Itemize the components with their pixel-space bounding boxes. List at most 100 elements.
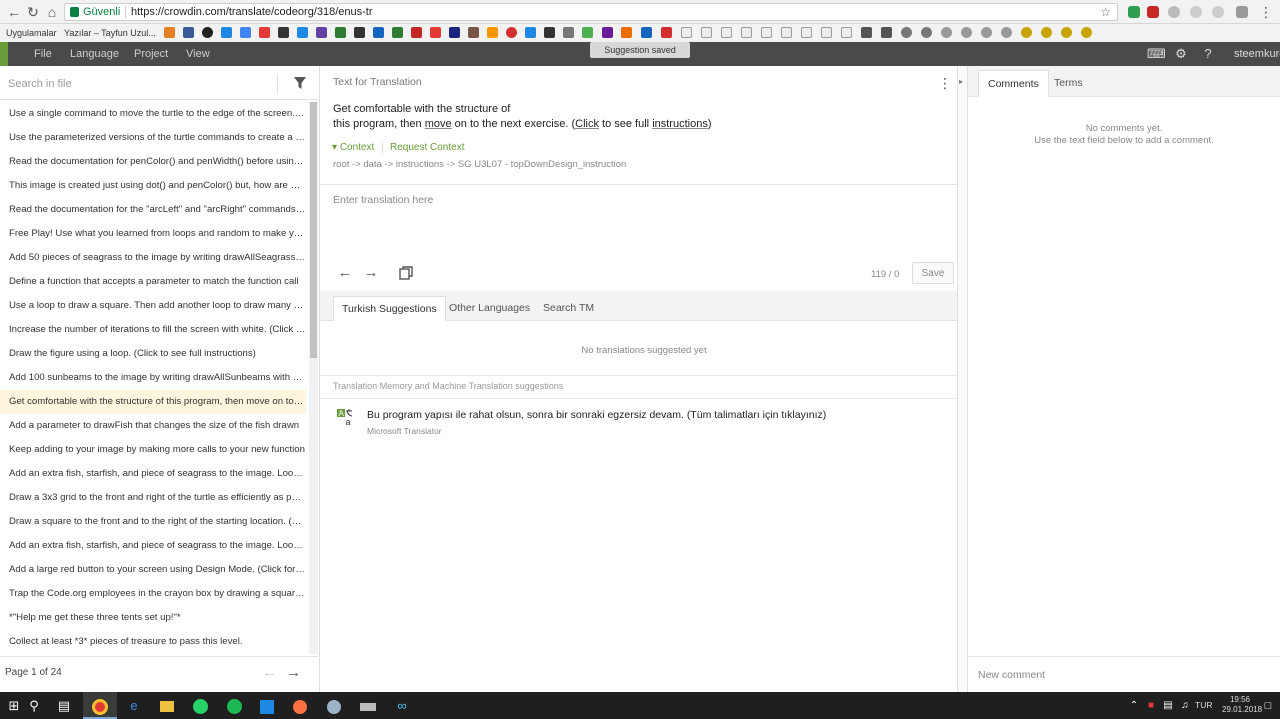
bookmark-icon[interactable] xyxy=(411,27,422,38)
copy-source-icon[interactable] xyxy=(398,265,414,281)
bookmark-icon[interactable] xyxy=(801,27,812,38)
spotify-taskbar-icon[interactable] xyxy=(224,696,244,716)
app-taskbar-icon[interactable] xyxy=(290,696,310,716)
string-list-item[interactable]: Collect at least *3* pieces of treasure … xyxy=(0,630,306,654)
next-page-icon[interactable]: → xyxy=(286,664,301,681)
string-list-item[interactable]: Trap the Code.org employees in the crayo… xyxy=(0,582,306,606)
bookmark-item[interactable]: Yazılar – Tayfun Uzul... xyxy=(64,28,156,38)
app-taskbar-icon[interactable] xyxy=(358,696,378,716)
keyboard-icon[interactable]: ⌨ xyxy=(1147,47,1166,61)
bookmark-icon[interactable] xyxy=(544,27,555,38)
bookmark-icon[interactable] xyxy=(921,27,932,38)
string-list-item[interactable]: Read the documentation for penColor() an… xyxy=(0,150,306,174)
whatsapp-taskbar-icon[interactable] xyxy=(190,696,210,716)
bookmark-icon[interactable] xyxy=(941,27,952,38)
bookmark-icon[interactable] xyxy=(602,27,613,38)
bookmark-icon[interactable] xyxy=(681,27,692,38)
extension-icon[interactable] xyxy=(1212,6,1224,18)
string-list-item[interactable]: Get comfortable with the structure of th… xyxy=(0,390,306,414)
string-list-item[interactable]: Add a parameter to drawFish that changes… xyxy=(0,414,306,438)
bookmark-icon[interactable] xyxy=(183,27,194,38)
scrollbar-thumb[interactable] xyxy=(310,102,317,358)
string-list-item[interactable]: This image is created just using dot() a… xyxy=(0,174,306,198)
extension-icon[interactable] xyxy=(1236,6,1248,18)
bookmark-icon[interactable] xyxy=(449,27,460,38)
string-list-item[interactable]: Add a large red button to your screen us… xyxy=(0,558,306,582)
bookmark-icon[interactable] xyxy=(525,27,536,38)
string-list-item[interactable]: Keep adding to your image by making more… xyxy=(0,438,306,462)
user-name[interactable]: steemkurd xyxy=(1234,42,1280,66)
bookmark-icon[interactable] xyxy=(335,27,346,38)
bookmark-icon[interactable] xyxy=(1021,27,1032,38)
string-list-item[interactable]: Use the parameterized versions of the tu… xyxy=(0,126,306,150)
bookmark-icon[interactable] xyxy=(240,27,251,38)
store-taskbar-icon[interactable] xyxy=(257,696,277,716)
string-list-item[interactable]: Use a single command to move the turtle … xyxy=(0,102,306,126)
string-list-item[interactable]: *"Help me get these three tents set up!"… xyxy=(0,606,306,630)
explorer-taskbar-icon[interactable] xyxy=(157,696,177,716)
edge-taskbar-icon[interactable]: e xyxy=(124,696,144,716)
tab-search-tm[interactable]: Search TM xyxy=(535,296,602,321)
string-list-item[interactable]: Increase the number of iterations to fil… xyxy=(0,318,306,342)
mt-suggestion-text[interactable]: Bu program yapısı ile rahat olsun, sonra… xyxy=(367,409,826,421)
bookmark-icon[interactable] xyxy=(297,27,308,38)
bookmark-icon[interactable] xyxy=(901,27,912,38)
string-list-item[interactable]: Draw a 3x3 grid to the front and right o… xyxy=(0,486,306,510)
bookmark-icon[interactable] xyxy=(221,27,232,38)
bookmark-icon[interactable] xyxy=(1041,27,1052,38)
translation-input[interactable] xyxy=(333,194,953,248)
help-icon[interactable]: ? xyxy=(1201,47,1215,61)
string-list-item[interactable]: Read the documentation for the "arcLeft"… xyxy=(0,198,306,222)
tab-terms[interactable]: Terms xyxy=(1045,70,1092,97)
bookmark-icon[interactable] xyxy=(701,27,712,38)
menu-file[interactable]: File xyxy=(34,42,52,66)
bookmark-icon[interactable] xyxy=(392,27,403,38)
search-icon[interactable]: ⚲ xyxy=(24,696,44,716)
bookmark-icon[interactable] xyxy=(1061,27,1072,38)
windows-start-icon[interactable]: ⊞ xyxy=(4,696,24,716)
string-list-item[interactable]: Use a loop to draw a square. Then add an… xyxy=(0,294,306,318)
more-options-icon[interactable]: ⋮ xyxy=(938,74,952,92)
input-language[interactable]: TUR xyxy=(1195,700,1212,710)
bookmark-icon[interactable] xyxy=(506,27,517,38)
bookmark-icon[interactable] xyxy=(861,27,872,38)
tab-other-languages[interactable]: Other Languages xyxy=(441,296,538,321)
notifications-icon[interactable]: □ xyxy=(1258,696,1278,716)
bookmark-star-icon[interactable]: ☆ xyxy=(1100,4,1111,20)
bookmark-icon[interactable] xyxy=(164,27,175,38)
tab-turkish-suggestions[interactable]: Turkish Suggestions xyxy=(333,296,446,321)
bookmark-icon[interactable] xyxy=(661,27,672,38)
bookmark-icon[interactable] xyxy=(582,27,593,38)
bookmark-icon[interactable] xyxy=(1081,27,1092,38)
prev-page-icon[interactable]: ← xyxy=(262,664,277,681)
apps-grid-icon[interactable] xyxy=(0,42,8,66)
save-button[interactable]: Save xyxy=(912,262,954,284)
bookmark-icon[interactable] xyxy=(821,27,832,38)
string-list-item[interactable]: Define a function that accepts a paramet… xyxy=(0,270,306,294)
bookmark-icon[interactable] xyxy=(563,27,574,38)
panel-collapse-toggle[interactable]: ▸ xyxy=(957,66,968,692)
previous-string-icon[interactable]: ← xyxy=(337,265,353,281)
address-bar[interactable]: Güvenli https://crowdin.com/translate/co… xyxy=(64,3,1118,21)
bookmark-icon[interactable] xyxy=(373,27,384,38)
bookmark-icon[interactable] xyxy=(354,27,365,38)
back-icon[interactable]: ← xyxy=(6,4,22,20)
context-toggle[interactable]: ▾ Context xyxy=(332,142,374,153)
chrome-taskbar-icon[interactable] xyxy=(83,692,117,719)
bookmark-icon[interactable] xyxy=(721,27,732,38)
tab-comments[interactable]: Comments xyxy=(978,70,1049,97)
string-list-item[interactable]: Draw the figure using a loop. (Click to … xyxy=(0,342,306,366)
extension-icon[interactable] xyxy=(1147,6,1159,18)
reload-icon[interactable]: ↻ xyxy=(25,4,41,20)
bookmark-icon[interactable] xyxy=(487,27,498,38)
menu-language[interactable]: Language xyxy=(70,42,119,66)
menu-project[interactable]: Project xyxy=(134,42,168,66)
bookmark-icon[interactable] xyxy=(881,27,892,38)
bookmark-icon[interactable] xyxy=(468,27,479,38)
extension-icon[interactable] xyxy=(1190,6,1202,18)
extension-icon[interactable] xyxy=(1168,6,1180,18)
filter-icon[interactable] xyxy=(293,76,307,90)
task-view-icon[interactable]: ▤ xyxy=(54,696,74,716)
string-list-item[interactable]: Draw a square to the front and to the ri… xyxy=(0,510,306,534)
url-text[interactable]: https://crowdin.com/translate/codeorg/31… xyxy=(131,4,373,20)
